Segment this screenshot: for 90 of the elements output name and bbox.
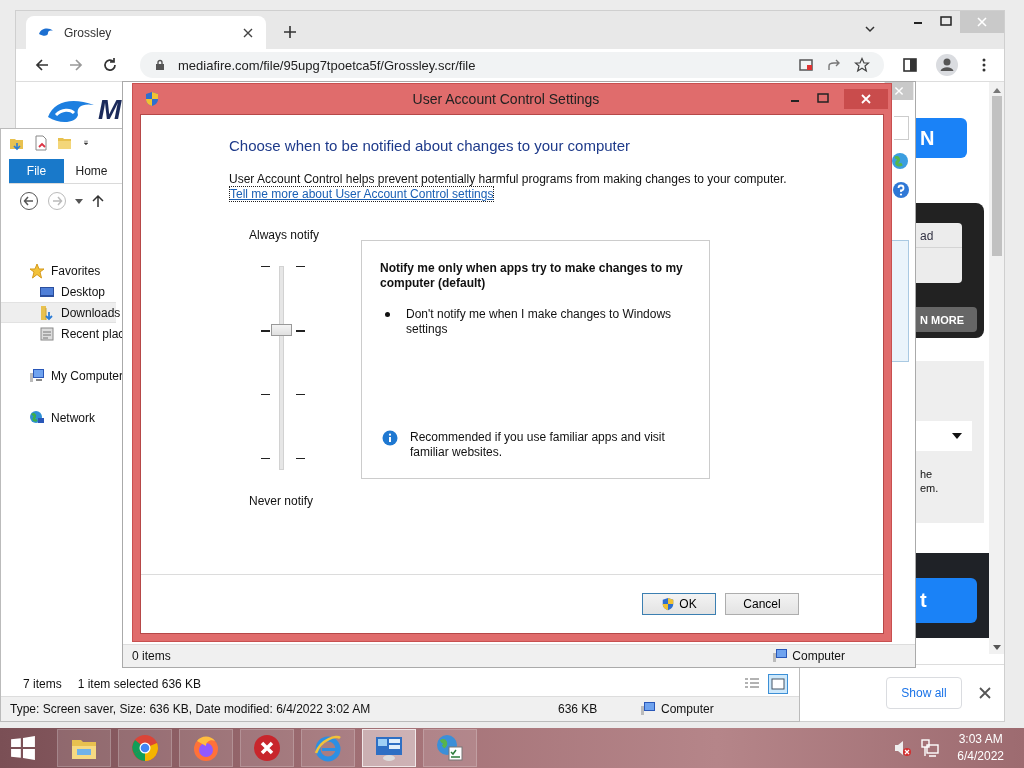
back-icon[interactable] [19,191,39,211]
ribbon-tab[interactable]: Home [64,159,119,183]
bullet-text: Don't notify me when I make changes to Windows settings [406,307,673,337]
share-icon[interactable] [826,57,842,73]
item-count: 7 items [23,677,62,691]
scrollbar[interactable] [989,82,1004,654]
level-title: Notify me only when apps try to make changes to my computer (default) [380,261,684,291]
bullet-dot [385,312,391,317]
details-text: Type: Screen saver, Size: 636 KB, Date modified: 6/4/2022 3:02 AM [10,702,372,716]
nav-label: Desktop [61,284,106,299]
learn-more-button[interactable]: N MORE [914,307,977,332]
caret-icon[interactable] [75,198,83,204]
star-icon [29,262,45,279]
item-count: 0 items [132,649,171,663]
nav-label: Favorites [51,263,101,278]
location-text: Computer [792,649,845,663]
taskbar-button[interactable] [362,729,416,767]
computer-icon [29,367,45,384]
panel-text: em. [919,481,940,495]
muted-speaker-icon[interactable] [893,738,914,758]
taskbar-button[interactable] [57,729,111,767]
globe-icon [29,409,45,426]
url-text: mediafire.com/file/95upg7tpoetca5f/Grossley.scr/file [178,57,476,73]
globe-icon [435,733,465,763]
browser-tab[interactable]: Grossley [26,16,266,49]
computer-icon [640,701,656,717]
up-arrow-icon[interactable] [91,194,105,208]
document-icon[interactable] [33,135,49,151]
size-text: 636 KB [558,702,599,716]
start-icon[interactable] [10,735,36,761]
ie-icon [313,733,343,763]
profile-icon[interactable] [936,54,958,76]
back-icon[interactable] [34,57,50,73]
forward-icon[interactable] [68,57,84,73]
star-icon[interactable] [854,57,870,73]
note-text: Recommended if you use familiar apps and visit familiar websites. [410,430,666,460]
chevron-icon[interactable] [864,23,876,35]
action-button[interactable]: t [914,578,977,623]
dropdown[interactable] [914,421,972,451]
notify-slider[interactable] [259,264,307,472]
taskbar-button[interactable] [423,729,477,767]
ribbon-tab[interactable]: File [9,159,64,183]
error-icon [252,733,282,763]
info-icon [382,430,399,446]
scroll-down-icon[interactable] [992,645,1001,650]
download-button[interactable]: N [914,118,967,158]
computer-icon [772,648,789,664]
globe-icon [891,152,909,170]
close-icon[interactable] [242,26,254,39]
chrome-icon [130,733,160,763]
preview-view-icon[interactable] [768,674,788,694]
search-field[interactable] [894,116,909,140]
slider-thumb[interactable] [271,323,292,336]
scroll-thumb[interactable] [991,96,1002,256]
shield-icon [144,91,160,107]
lock-icon [154,59,166,71]
cancel-button[interactable]: Cancel [725,593,799,615]
location-text: Computer [661,702,714,716]
scroll-up-icon[interactable] [992,88,1001,93]
recent-icon [39,325,55,342]
dialog-title: User Account Control Settings [411,91,601,107]
close-icon[interactable] [978,686,992,700]
new-tab-icon[interactable] [283,25,297,39]
clock-date[interactable]: 6/4/2022 [957,748,1004,765]
nav-label: Network [51,410,95,425]
taskbar-button[interactable] [118,729,172,767]
panel-text: he [919,467,934,481]
dropdown-icon[interactable] [81,140,91,146]
help-link[interactable]: Tell me more about User Account Control settings [229,186,495,202]
show-all-button[interactable]: Show all [886,677,962,709]
help-icon[interactable] [893,182,909,198]
description-text: User Account Control helps prevent potentially harmful programs from making changes to your computer. [229,172,787,186]
selection-info: 1 item selected 636 KB [77,677,202,691]
taskbar-button[interactable] [240,729,294,767]
network-icon[interactable] [920,738,941,758]
address-bar[interactable]: mediafire.com/file/95upg7tpoetca5f/Grossley.scr/file [140,52,884,78]
clock-time[interactable]: 3:03 AM [958,731,1003,748]
caret-icon [952,433,962,439]
tab-title: Grossley [64,25,113,40]
cast-icon[interactable] [798,57,814,73]
slider-top-label: Always notify [249,228,320,242]
ok-button[interactable]: OK [642,593,716,615]
taskbar-button[interactable] [179,729,233,767]
nav-label: My Computer [51,368,124,383]
dialog-heading: Choose when to be notified about changes to your computer [229,137,631,154]
slider-bottom-label: Never notify [249,494,314,508]
logo-text: M [98,94,122,126]
folder-icon [39,304,55,321]
reload-icon[interactable] [102,57,118,73]
sidebar-icon[interactable] [902,57,918,73]
